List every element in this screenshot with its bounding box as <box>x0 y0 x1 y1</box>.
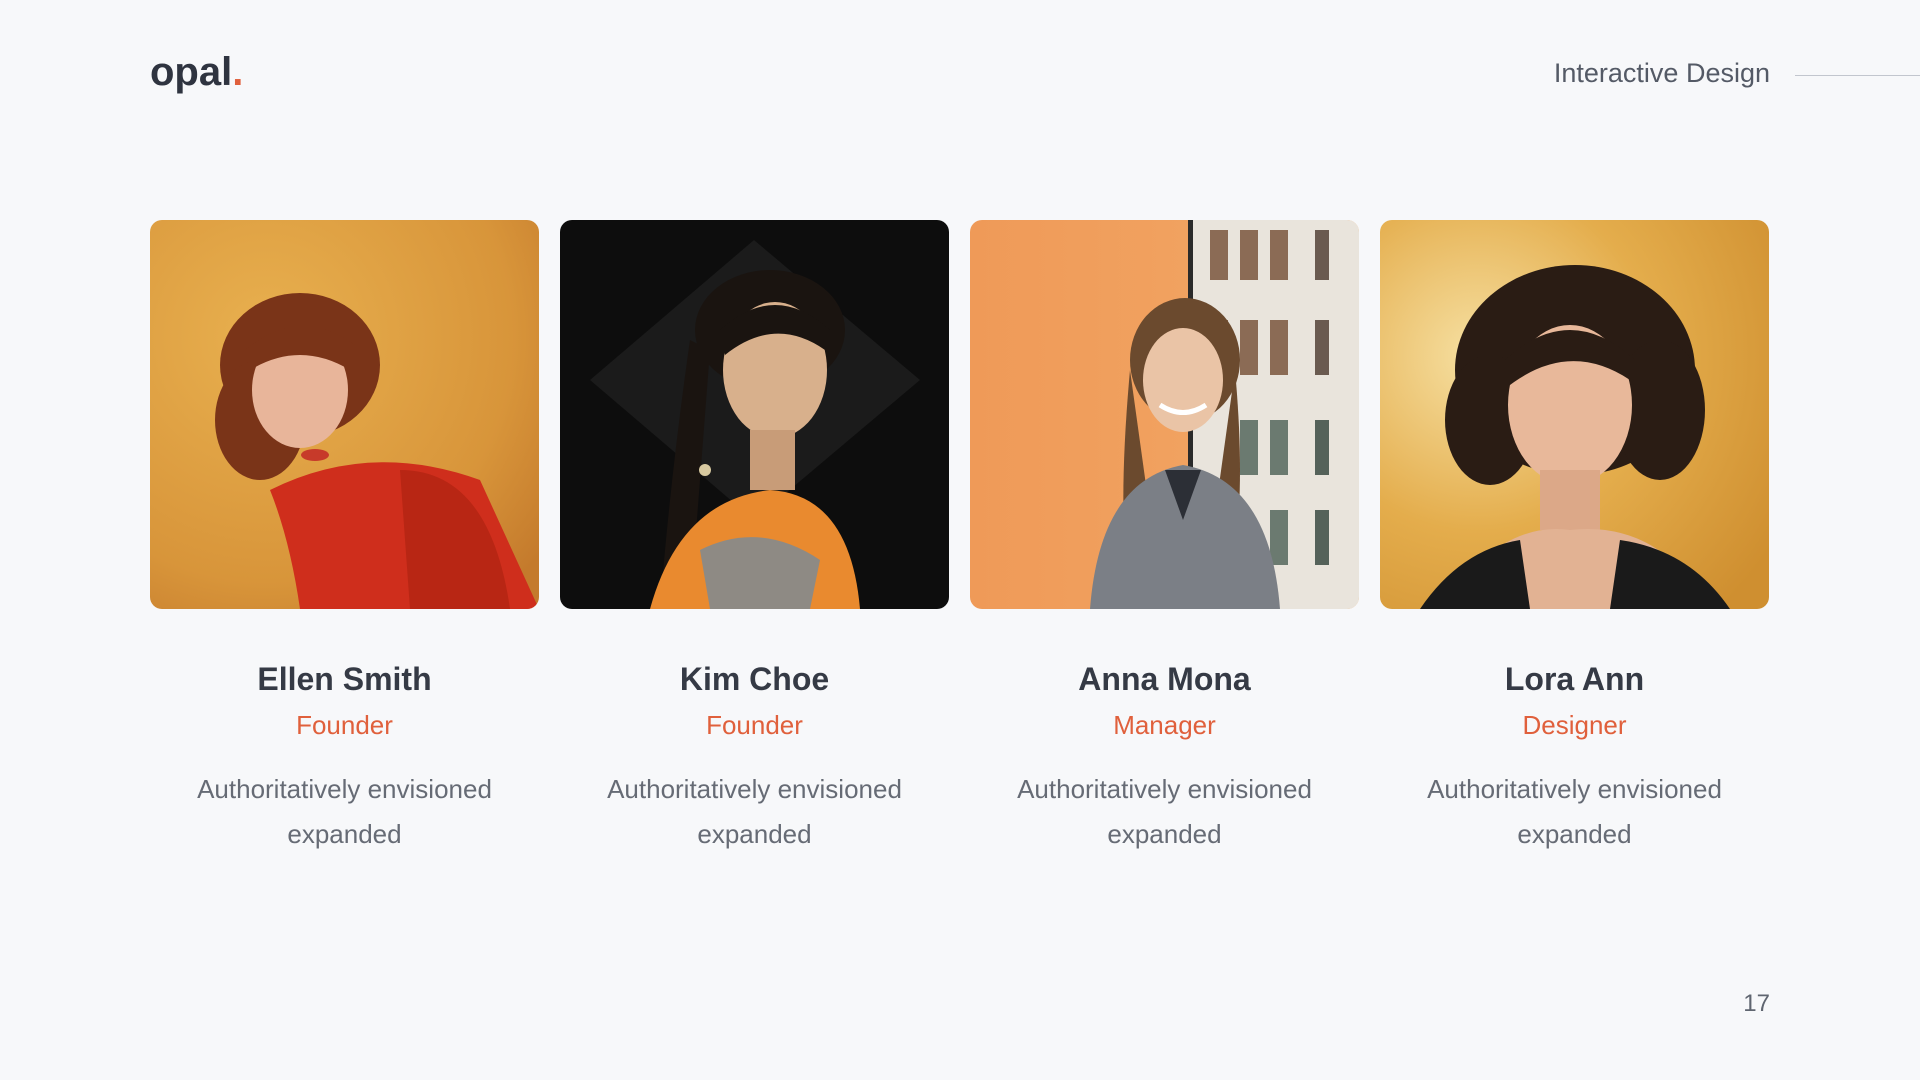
member-role: Founder <box>296 710 393 740</box>
page-number: 17 <box>1743 990 1770 1017</box>
header-divider <box>1795 75 1920 76</box>
member-description: Authoritatively envisioned expanded <box>197 774 492 849</box>
member-photo <box>970 220 1359 609</box>
member-description: Authoritatively envisioned expanded <box>1017 774 1312 849</box>
team-member-card: Anna Mona Manager Authoritatively envisi… <box>970 220 1359 857</box>
member-photo <box>1380 220 1769 609</box>
portrait-photo-icon <box>560 220 949 609</box>
member-name: Lora Ann <box>1504 661 1645 697</box>
member-role: Designer <box>1522 710 1627 740</box>
member-role: Founder <box>706 710 803 740</box>
portrait-photo-icon <box>970 220 1359 609</box>
portrait-photo-icon <box>1380 220 1769 609</box>
team-member-card: Kim Choe Founder Authoritatively envisio… <box>560 220 949 857</box>
team-member-card: Lora Ann Designer Authoritatively envisi… <box>1380 220 1769 857</box>
team-member-card: Ellen Smith Founder Authoritatively envi… <box>150 220 539 857</box>
member-photo <box>560 220 949 609</box>
section-title: Interactive Design <box>1553 58 1770 88</box>
portrait-photo-icon <box>150 220 539 609</box>
member-name: Ellen Smith <box>257 661 432 697</box>
member-description: Authoritatively envisioned expanded <box>1427 774 1722 849</box>
brand-dot: . <box>232 50 244 94</box>
member-description: Authoritatively envisioned expanded <box>607 774 902 849</box>
member-role: Manager <box>1113 710 1216 740</box>
member-name: Anna Mona <box>1078 661 1251 697</box>
team-grid: Ellen Smith Founder Authoritatively envi… <box>150 220 1770 857</box>
member-name: Kim Choe <box>679 661 830 697</box>
brand-logo: opal. <box>150 50 243 95</box>
member-photo <box>150 220 539 609</box>
brand-name: opal <box>150 50 233 94</box>
